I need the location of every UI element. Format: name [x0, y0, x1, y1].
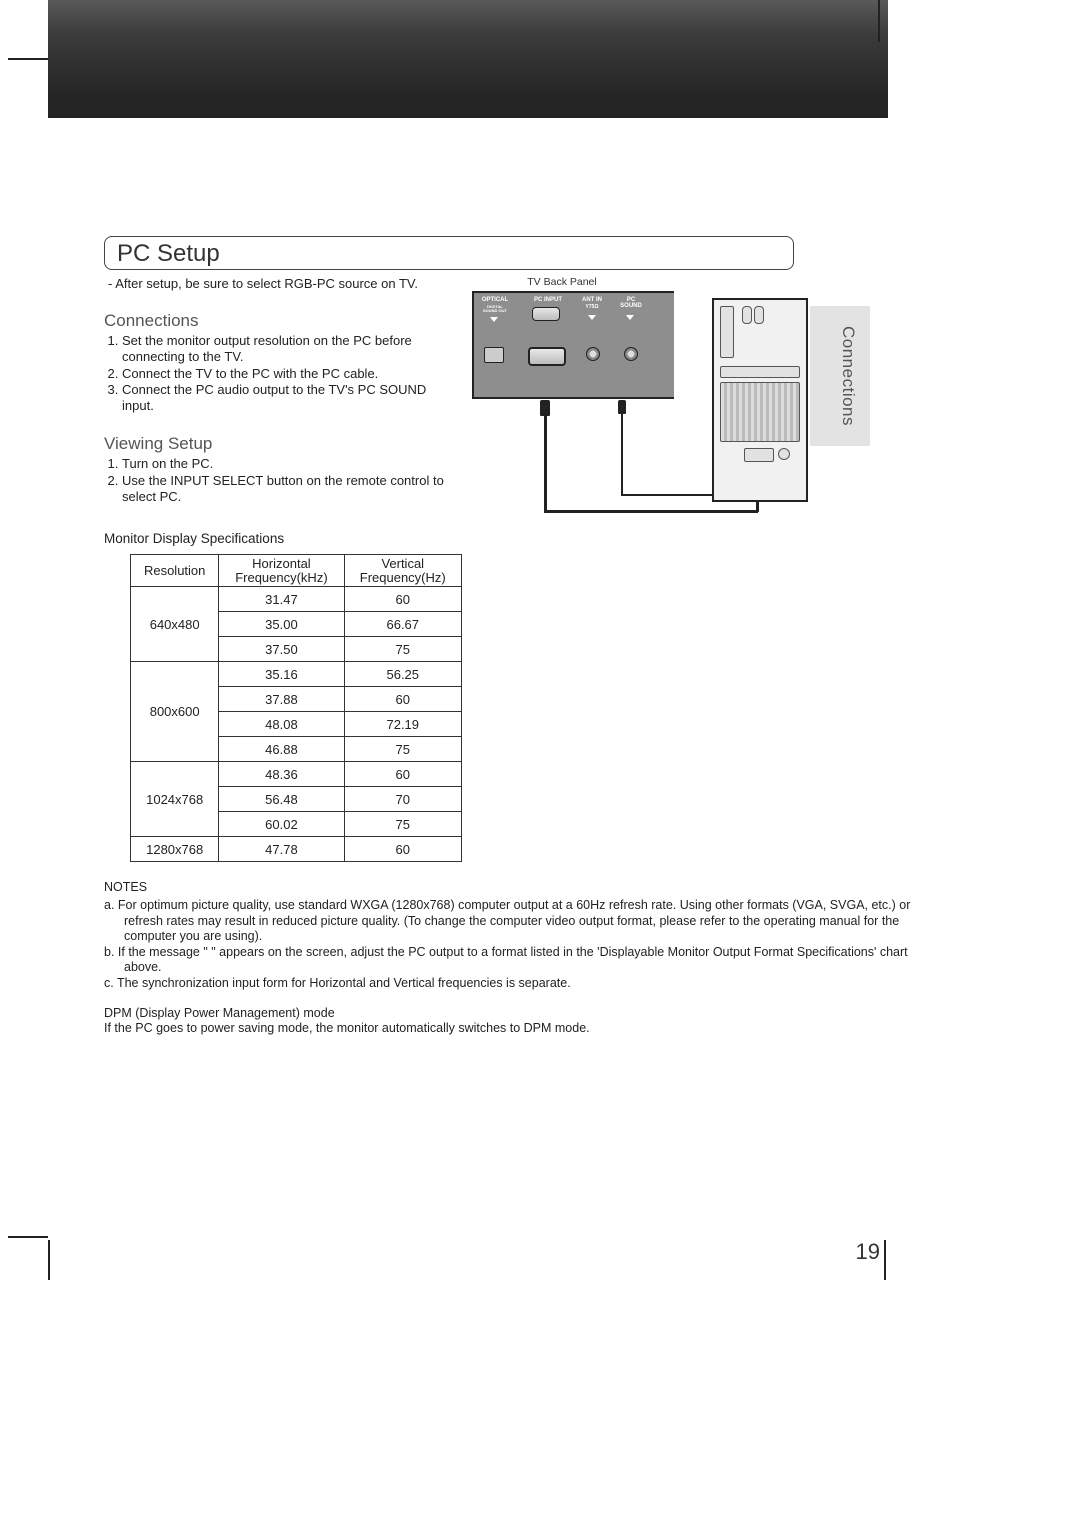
pc-bay — [720, 306, 734, 358]
note-c: c. The synchronization input form for Ho… — [104, 976, 924, 992]
connections-list: Set the monitor output resolution on the… — [108, 333, 444, 414]
cable — [544, 416, 547, 512]
vga-port-active — [528, 347, 566, 366]
port-label-pcsound: PC SOUND — [616, 297, 646, 309]
cell-hfreq: 35.16 — [219, 662, 344, 687]
page: Connections PC Setup - After setup, be s… — [0, 0, 1080, 1525]
pc-vent — [720, 382, 800, 442]
optical-port — [484, 347, 504, 363]
cell-hfreq: 56.48 — [219, 787, 344, 812]
pc-rear-audio — [778, 448, 790, 460]
dpm-body: If the PC goes to power saving mode, the… — [104, 1021, 590, 1035]
connections-heading: Connections — [104, 311, 444, 331]
specs-table: Resolution HorizontalFrequency(kHz) Vert… — [130, 554, 462, 862]
th-resolution: Resolution — [131, 555, 219, 587]
viewing-list: Turn on the PC. Use the INPUT SELECT but… — [108, 456, 444, 505]
cell-vfreq: 75 — [344, 637, 461, 662]
cell-resolution: 1280x768 — [131, 837, 219, 862]
table-row: 1280x76847.7860 — [131, 837, 462, 862]
list-item: Connect the PC audio output to the TV's … — [122, 382, 444, 415]
page-number: 19 — [856, 1239, 880, 1265]
cell-vfreq: 60 — [344, 687, 461, 712]
cell-resolution: 800x600 — [131, 662, 219, 762]
note-b: b. If the message " " appears on the scr… — [104, 945, 924, 976]
table-row: 800x60035.1656.25 — [131, 662, 462, 687]
cell-vfreq: 75 — [344, 812, 461, 837]
vga-port — [532, 307, 560, 321]
arrow-down-icon — [588, 315, 596, 320]
cell-vfreq: 60 — [344, 837, 461, 862]
crop-mark — [8, 58, 48, 60]
pc-port — [754, 306, 764, 324]
cell-hfreq: 37.50 — [219, 637, 344, 662]
viewing-heading: Viewing Setup — [104, 434, 444, 454]
port-label-optical: OPTICAL — [480, 297, 510, 303]
crop-mark — [8, 1236, 48, 1238]
diagram-title: TV Back Panel — [512, 276, 612, 288]
table-row: 640x48031.4760 — [131, 587, 462, 612]
crop-mark — [48, 1240, 50, 1280]
port-label-ant-sub: Y75Ω — [578, 305, 606, 310]
notes-heading: NOTES — [104, 880, 924, 896]
port-label-ant: ANT IN — [578, 297, 606, 303]
side-tab-label: Connections — [838, 326, 858, 426]
cell-vfreq: 72.19 — [344, 712, 461, 737]
cell-hfreq: 46.88 — [219, 737, 344, 762]
cell-vfreq: 60 — [344, 762, 461, 787]
pc-rear-vga — [744, 448, 774, 462]
left-column: Connections Set the monitor output resol… — [104, 311, 444, 862]
cell-hfreq: 60.02 — [219, 812, 344, 837]
vga-plug — [540, 400, 550, 416]
table-row: 1024x76848.3660 — [131, 762, 462, 787]
crop-mark — [884, 1240, 886, 1280]
crop-mark — [878, 0, 880, 42]
cell-hfreq: 35.00 — [219, 612, 344, 637]
cable — [544, 510, 758, 513]
audio-plug — [618, 400, 626, 414]
cell-hfreq: 48.36 — [219, 762, 344, 787]
note-a: a. For optimum picture quality, use stan… — [104, 898, 924, 945]
th-hfreq: HorizontalFrequency(kHz) — [219, 555, 344, 587]
table-header-row: Resolution HorizontalFrequency(kHz) Vert… — [131, 555, 462, 587]
cell-vfreq: 56.25 — [344, 662, 461, 687]
tv-back-panel: OPTICAL DIGITAL SOUND OUT PC INPUT ANT I… — [472, 291, 674, 399]
notes-block: NOTES a. For optimum picture quality, us… — [104, 880, 924, 991]
dpm-title: DPM (Display Power Management) mode — [104, 1006, 335, 1020]
connection-diagram: TV Back Panel OPTICAL DIGITAL SOUND OUT … — [462, 276, 816, 534]
pc-port — [742, 306, 752, 324]
cell-hfreq: 48.08 — [219, 712, 344, 737]
cell-hfreq: 47.78 — [219, 837, 344, 862]
cell-vfreq: 60 — [344, 587, 461, 612]
pc-sound-jack — [624, 347, 638, 361]
list-item: Connect the TV to the PC with the PC cab… — [122, 366, 444, 382]
list-item: Set the monitor output resolution on the… — [122, 333, 444, 366]
section-title-box: PC Setup — [104, 236, 794, 270]
th-vfreq: VerticalFrequency(Hz) — [344, 555, 461, 587]
pc-slot — [720, 366, 800, 378]
cell-hfreq: 31.47 — [219, 587, 344, 612]
cell-vfreq: 70 — [344, 787, 461, 812]
pc-tower — [712, 298, 808, 502]
cable — [621, 414, 623, 496]
cell-vfreq: 75 — [344, 737, 461, 762]
header-gradient — [48, 0, 888, 118]
port-label-optical-sub: DIGITAL SOUND OUT — [480, 305, 510, 313]
cell-hfreq: 37.88 — [219, 687, 344, 712]
arrow-down-icon — [626, 315, 634, 320]
dpm-block: DPM (Display Power Management) mode If t… — [104, 1006, 824, 1037]
ant-jack — [586, 347, 600, 361]
cell-resolution: 640x480 — [131, 587, 219, 662]
list-item: Turn on the PC. — [122, 456, 444, 472]
port-label-pcinput: PC INPUT — [530, 297, 566, 303]
cell-vfreq: 66.67 — [344, 612, 461, 637]
arrow-down-icon — [490, 317, 498, 322]
list-item: Use the INPUT SELECT button on the remot… — [122, 473, 444, 506]
table-title: Monitor Display Specifications — [104, 531, 444, 546]
section-title: PC Setup — [117, 240, 781, 268]
cell-resolution: 1024x768 — [131, 762, 219, 837]
